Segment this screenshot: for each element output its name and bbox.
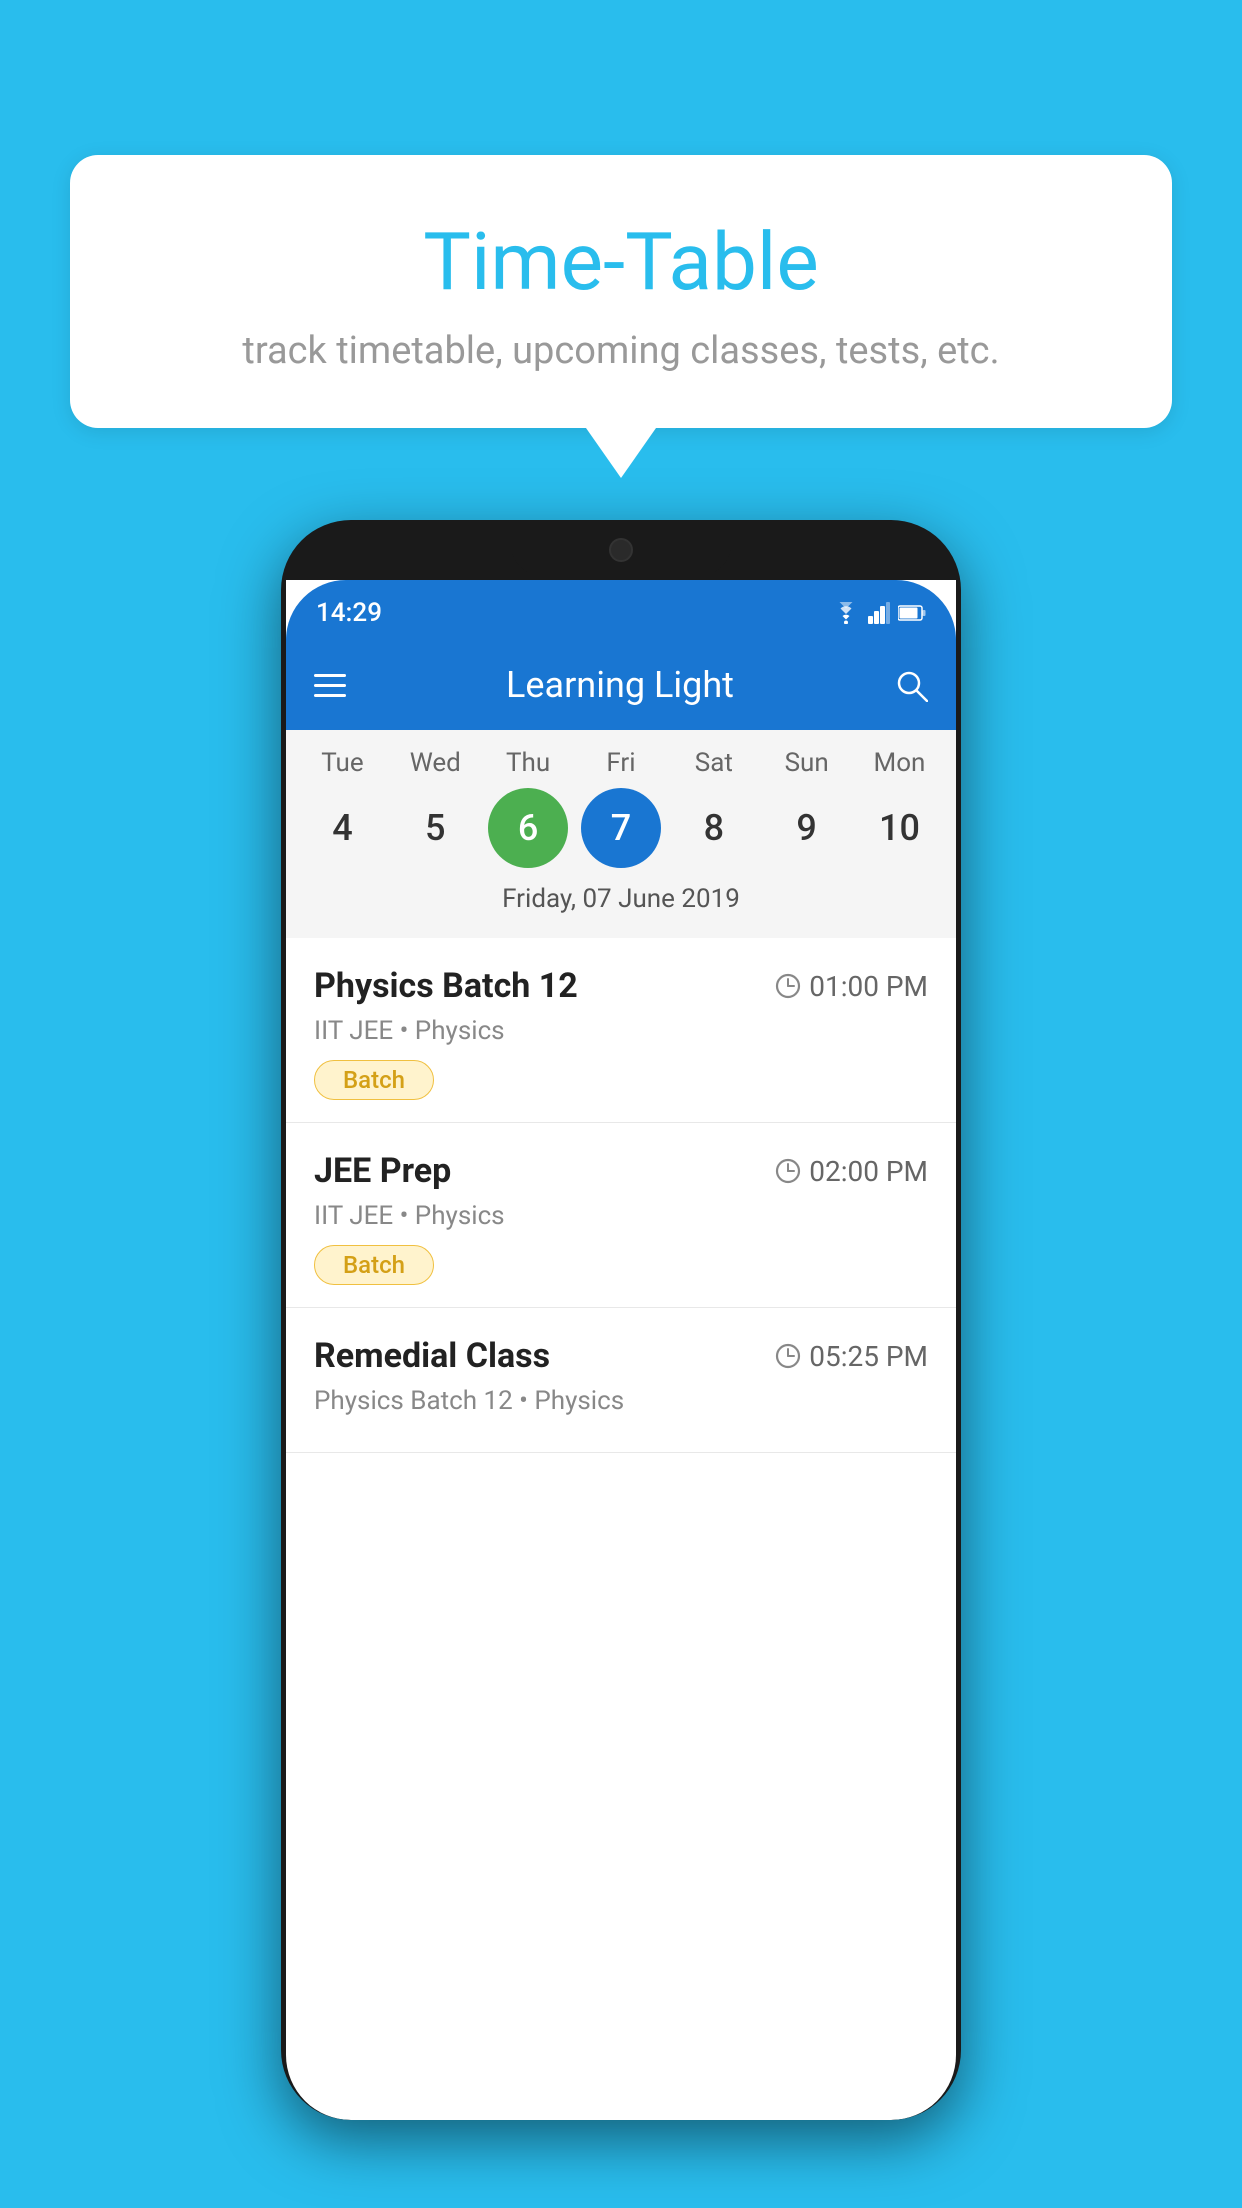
schedule-item-subtitle-0: IIT JEE • Physics xyxy=(314,1016,928,1046)
day-number-6[interactable]: 6 xyxy=(488,788,568,868)
day-number-9[interactable]: 9 xyxy=(767,788,847,868)
selected-date: Friday, 07 June 2019 xyxy=(286,876,956,928)
search-icon[interactable] xyxy=(894,668,928,702)
schedule-item-time-0: 01:00 PM xyxy=(775,970,928,1003)
day-header-sun: Sun xyxy=(767,748,847,778)
schedule-item-header-2: Remedial Class 05:25 PM xyxy=(314,1336,928,1376)
day-header-sat: Sat xyxy=(674,748,754,778)
phone-frame: 14:29 xyxy=(281,520,961,2120)
clock-icon xyxy=(775,973,801,999)
schedule-item-0[interactable]: Physics Batch 12 01:00 PM IIT JEE • Phys… xyxy=(286,938,956,1123)
speech-bubble-arrow xyxy=(586,428,656,478)
status-time: 14:29 xyxy=(316,598,382,628)
wifi-icon xyxy=(832,602,860,624)
phone-notch xyxy=(511,520,731,575)
schedule-item-header-0: Physics Batch 12 01:00 PM xyxy=(314,966,928,1006)
app-title: Learning Light xyxy=(370,664,870,706)
schedule-item-time-1: 02:00 PM xyxy=(775,1155,928,1188)
bubble-subtitle: track timetable, upcoming classes, tests… xyxy=(150,329,1092,373)
day-number-8[interactable]: 8 xyxy=(674,788,754,868)
battery-icon xyxy=(898,604,926,622)
menu-line-2 xyxy=(314,684,346,687)
status-bar: 14:29 xyxy=(286,580,956,640)
menu-line-3 xyxy=(314,694,346,697)
clock-icon xyxy=(775,1343,801,1369)
app-bar: Learning Light xyxy=(286,640,956,730)
batch-tag-1: Batch xyxy=(314,1245,434,1285)
schedule-item-subtitle-1: IIT JEE • Physics xyxy=(314,1201,928,1231)
day-header-fri: Fri xyxy=(581,748,661,778)
schedule-item-title-2: Remedial Class xyxy=(314,1336,550,1376)
speech-bubble: Time-Table track timetable, upcoming cla… xyxy=(70,155,1172,428)
schedule-item-time-2: 05:25 PM xyxy=(775,1340,928,1373)
bubble-title: Time-Table xyxy=(150,215,1092,309)
schedule-list: Physics Batch 12 01:00 PM IIT JEE • Phys… xyxy=(286,938,956,1453)
clock-icon xyxy=(775,1158,801,1184)
day-headers: Tue Wed Thu Fri Sat Sun Mon xyxy=(286,748,956,778)
day-header-thu: Thu xyxy=(488,748,568,778)
phone-screen: 14:29 xyxy=(286,580,956,2120)
day-numbers: 45678910 xyxy=(286,778,956,876)
day-header-mon: Mon xyxy=(859,748,939,778)
day-header-wed: Wed xyxy=(395,748,475,778)
day-number-10[interactable]: 10 xyxy=(859,788,939,868)
day-header-tue: Tue xyxy=(302,748,382,778)
batch-tag-0: Batch xyxy=(314,1060,434,1100)
speech-bubble-section: Time-Table track timetable, upcoming cla… xyxy=(70,155,1172,478)
schedule-item-subtitle-2: Physics Batch 12 • Physics xyxy=(314,1386,928,1416)
schedule-item-header-1: JEE Prep 02:00 PM xyxy=(314,1151,928,1191)
status-icons xyxy=(832,602,926,624)
menu-line-1 xyxy=(314,674,346,677)
schedule-item-1[interactable]: JEE Prep 02:00 PM IIT JEE • Physics Batc… xyxy=(286,1123,956,1308)
day-number-5[interactable]: 5 xyxy=(395,788,475,868)
phone-camera xyxy=(609,538,633,562)
day-number-7[interactable]: 7 xyxy=(581,788,661,868)
schedule-item-title-0: Physics Batch 12 xyxy=(314,966,578,1006)
day-number-4[interactable]: 4 xyxy=(302,788,382,868)
phone-mockup: 14:29 xyxy=(75,520,1167,2120)
schedule-item-title-1: JEE Prep xyxy=(314,1151,451,1191)
signal-icon xyxy=(868,602,890,624)
calendar-strip: Tue Wed Thu Fri Sat Sun Mon 45678910 Friday, 0… xyxy=(286,730,956,938)
menu-icon[interactable] xyxy=(314,674,346,697)
schedule-item-2[interactable]: Remedial Class 05:25 PM Physics Batch 12… xyxy=(286,1308,956,1453)
